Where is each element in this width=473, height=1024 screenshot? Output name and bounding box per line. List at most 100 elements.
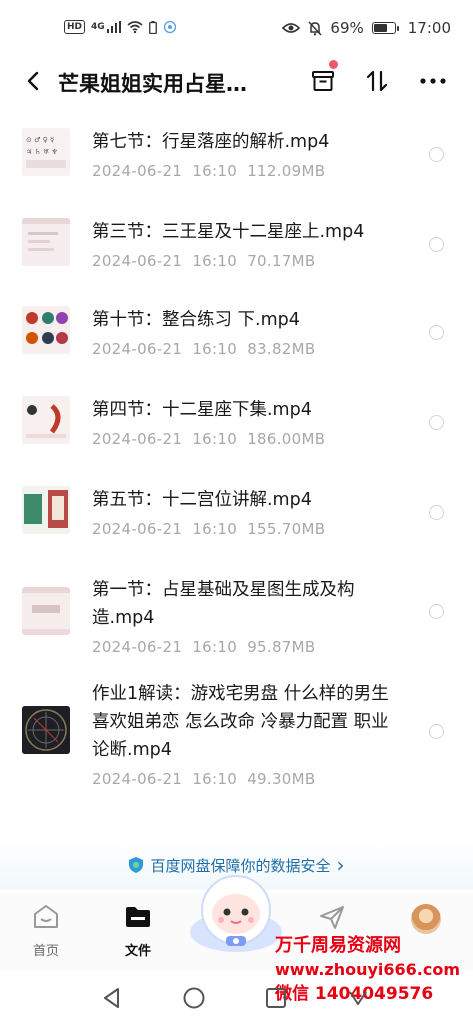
status-left: HD 4G	[64, 20, 177, 34]
page-title: 芒果姐姐实用占星…	[58, 72, 247, 96]
file-row[interactable]: 第十节：整合练习 下.mp4 2024-06-21 16:10 83.82MB	[0, 286, 473, 376]
file-row[interactable]: 第五节：十二宫位讲解.mp4 2024-06-21 16:10 155.70MB	[0, 466, 473, 556]
mascot-center-button[interactable]	[186, 870, 286, 956]
file-size: 155.70MB	[247, 520, 326, 538]
select-radio[interactable]	[429, 604, 444, 619]
file-date: 2024-06-21	[92, 430, 183, 448]
file-row[interactable]: 第四节：十二星座下集.mp4 2024-06-21 16:10 186.00MB	[0, 376, 473, 466]
file-meta: 2024-06-21 16:10 49.30MB	[92, 770, 315, 788]
file-date: 2024-06-21	[92, 252, 183, 270]
video-thumbnail	[22, 706, 70, 754]
file-date: 2024-06-21	[92, 162, 183, 180]
sort-icon	[366, 70, 388, 92]
status-bar: HD 4G 69% 17:00	[0, 0, 473, 58]
back-arrow-icon	[27, 71, 39, 91]
file-time: 16:10	[192, 252, 238, 270]
file-meta: 2024-06-21 16:10 112.09MB	[92, 162, 325, 180]
file-name: 第七节：行星落座的解析.mp4	[92, 132, 330, 152]
select-radio[interactable]	[429, 505, 444, 520]
archive-icon	[312, 71, 334, 91]
system-keyboard-button[interactable]	[346, 986, 370, 1010]
back-button[interactable]	[18, 66, 48, 96]
nav-files[interactable]: 文件	[108, 904, 168, 959]
file-date: 2024-06-21	[92, 770, 183, 788]
file-size: 70.17MB	[247, 252, 316, 270]
file-name: 第一节：占星基础及星图生成及构造.mp4	[92, 580, 355, 628]
send-icon	[320, 906, 344, 929]
select-radio[interactable]	[429, 147, 444, 162]
system-home-button[interactable]	[182, 986, 206, 1010]
network-label: 4G	[91, 22, 105, 32]
triangle-back-icon	[104, 988, 119, 1008]
file-time: 16:10	[192, 340, 238, 358]
video-thumbnail	[22, 218, 70, 266]
battery-level	[373, 24, 387, 32]
chevron-right-icon: ›	[336, 852, 345, 877]
select-radio[interactable]	[429, 325, 444, 340]
shield-icon	[129, 857, 144, 873]
avatar	[411, 904, 441, 934]
nav-home[interactable]: 首页	[16, 904, 76, 959]
file-date: 2024-06-21	[92, 638, 183, 656]
file-name: 作业1解读：游戏宅男盘 什么样的男生喜欢姐弟恋 怎么改命 冷暴力配置 职业论断.…	[92, 684, 389, 760]
status-right: 69% 17:00	[282, 19, 451, 37]
bell-muted-icon	[308, 20, 322, 36]
archive-button[interactable]	[308, 60, 338, 96]
file-name: 第五节：十二宫位讲解.mp4	[92, 490, 312, 510]
file-date: 2024-06-21	[92, 340, 183, 358]
video-thumbnail	[22, 306, 70, 354]
file-meta: 2024-06-21 16:10 95.87MB	[92, 638, 315, 656]
wifi-icon	[127, 21, 143, 33]
app-status-icon	[163, 20, 176, 34]
select-radio[interactable]	[429, 415, 444, 430]
clock: 17:00	[407, 19, 451, 37]
select-radio[interactable]	[429, 237, 444, 252]
mascot-icon	[190, 875, 282, 952]
file-row[interactable]: 第一节：占星基础及星图生成及构造.mp4 2024-06-21 16:10 95…	[0, 556, 473, 666]
file-time: 16:10	[192, 520, 238, 538]
square-recents-icon	[266, 988, 286, 1008]
system-recents-button[interactable]	[264, 986, 288, 1010]
folder-icon	[126, 907, 150, 927]
file-time: 16:10	[192, 770, 238, 788]
eye-icon	[282, 23, 301, 33]
nav-files-label: 文件	[124, 944, 151, 959]
keyboard-down-icon	[349, 991, 367, 1005]
video-thumbnail: ⊙ ♂ ♀ ☿ ♃ ♄ ♅ ♆	[22, 128, 70, 176]
svg-text:♃ ♄ ♅ ♆: ♃ ♄ ♅ ♆	[26, 148, 58, 156]
phone-battery-icon	[148, 20, 157, 34]
file-meta: 2024-06-21 16:10 155.70MB	[92, 520, 325, 538]
select-radio[interactable]	[429, 724, 444, 739]
notification-dot	[329, 60, 338, 69]
file-size: 186.00MB	[247, 430, 326, 448]
hd-badge: HD	[64, 20, 86, 34]
signal-icon	[106, 21, 121, 33]
file-size: 95.87MB	[247, 638, 316, 656]
more-button[interactable]	[418, 66, 448, 96]
file-row[interactable]: ⊙ ♂ ♀ ☿ ♃ ♄ ♅ ♆ 第七节：行星落座的解析.mp4 2024-06-2…	[0, 108, 473, 196]
circle-home-icon	[183, 987, 205, 1009]
file-row[interactable]: 作业1解读：游戏宅男盘 什么样的男生喜欢姐弟恋 怎么改命 冷暴力配置 职业论断.…	[0, 666, 473, 796]
video-thumbnail	[22, 587, 70, 635]
file-row[interactable]: 第三节：三王星及十二星座上.mp4 2024-06-21 16:10 70.17…	[0, 196, 473, 286]
watermark-line: 万千周易资源网	[275, 935, 401, 956]
file-time: 16:10	[192, 430, 238, 448]
svg-text:⊙ ♂ ♀ ☿: ⊙ ♂ ♀ ☿	[26, 136, 54, 144]
video-thumbnail	[22, 486, 70, 534]
file-time: 16:10	[192, 162, 238, 180]
system-back-button[interactable]	[100, 986, 124, 1010]
file-date: 2024-06-21	[92, 520, 183, 538]
file-name: 第四节：十二星座下集.mp4	[92, 400, 312, 420]
top-bar: 芒果姐姐实用占星…	[0, 58, 473, 104]
sort-button[interactable]	[362, 66, 392, 96]
file-meta: 2024-06-21 16:10 186.00MB	[92, 430, 325, 448]
file-size: 83.82MB	[247, 340, 316, 358]
file-size: 112.09MB	[247, 162, 326, 180]
battery-percent: 69%	[330, 19, 364, 37]
battery-icon	[371, 22, 399, 34]
home-icon	[34, 905, 58, 928]
file-meta: 2024-06-21 16:10 70.17MB	[92, 252, 315, 270]
file-time: 16:10	[192, 638, 238, 656]
more-icon	[420, 78, 446, 84]
file-meta: 2024-06-21 16:10 83.82MB	[92, 340, 315, 358]
